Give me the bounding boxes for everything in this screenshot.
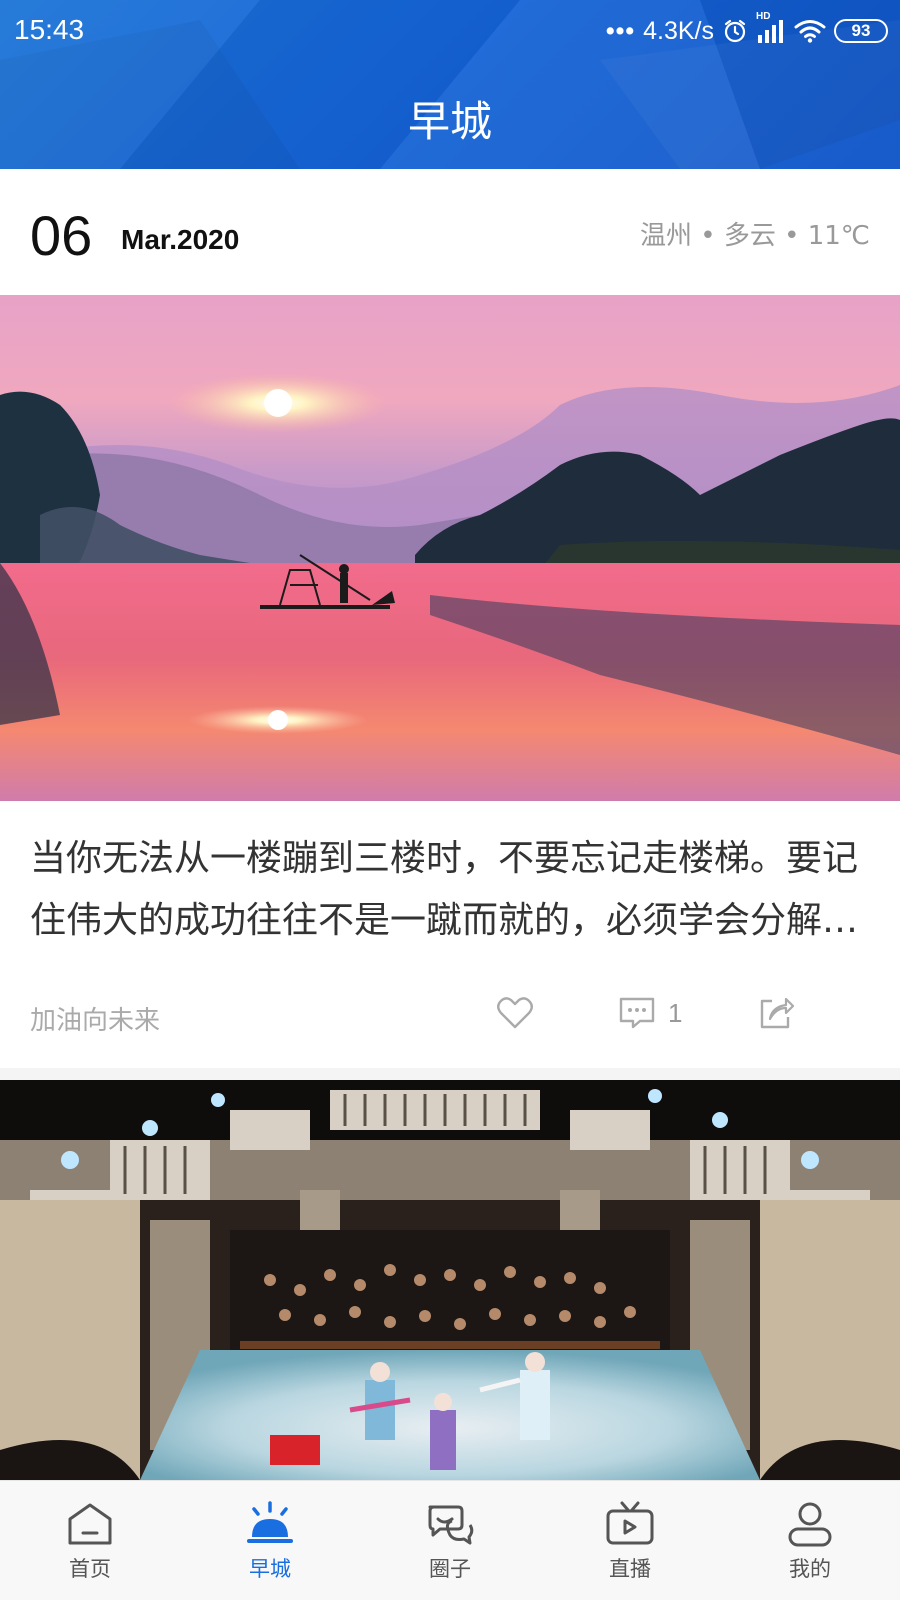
network-speed: 4.3K/s [643, 16, 714, 45]
card-separator [0, 1068, 900, 1080]
date-month-year: Mar.2020 [121, 224, 240, 255]
card-quote-text[interactable]: 当你无法从一楼蹦到三楼时，不要忘记走楼梯。要记住伟大的成功往往不是一蹴而就的，必… [30, 828, 870, 952]
card-footer: 加油向未来 1 [0, 985, 900, 1055]
nav-label-mine: 我的 [789, 1557, 831, 1581]
nav-item-home[interactable]: 首页 [0, 1481, 180, 1600]
app-header: 15:43 ••• 4.3K/s HD 93 早城 [0, 0, 900, 169]
status-icons: ••• 4.3K/s HD 93 [605, 11, 888, 48]
home-icon [68, 1503, 112, 1545]
battery-icon: 93 [834, 19, 888, 43]
sunrise-icon [247, 1501, 293, 1543]
date-row: 06 Mar.2020 温州 • 多云 • 11℃ [0, 169, 900, 295]
network-badge: HD [756, 11, 771, 22]
signal-icon: HD [756, 11, 786, 43]
nav-label-circle: 圈子 [429, 1557, 471, 1581]
nav-item-live[interactable]: 直播 [540, 1481, 720, 1600]
status-time: 15:43 [14, 14, 85, 45]
card-image-theater[interactable] [0, 1080, 900, 1480]
nav-label-home: 首页 [69, 1557, 111, 1581]
wifi-icon [794, 20, 826, 43]
nav-label-live: 直播 [609, 1557, 651, 1581]
user-icon [788, 1502, 832, 1547]
battery-level: 93 [851, 21, 871, 40]
status-bar: 15:43 ••• 4.3K/s HD 93 [0, 0, 900, 62]
bottom-nav: 首页 早城 圈子 直播 我的 [0, 1480, 900, 1600]
nav-item-mine[interactable]: 我的 [720, 1481, 900, 1600]
chat-bubbles-icon [428, 1505, 474, 1545]
nav-label-zaocheng: 早城 [249, 1557, 291, 1581]
card-author[interactable]: 加油向未来 [30, 1000, 160, 1037]
page-title: 早城 [407, 97, 492, 146]
alarm-icon [724, 19, 746, 43]
sunset-river-photo [0, 295, 900, 801]
opera-theater-photo [0, 1080, 900, 1480]
comment-button[interactable]: 1 [618, 993, 682, 1033]
nav-item-circle[interactable]: 圈子 [360, 1481, 540, 1600]
comment-icon [619, 997, 655, 1029]
comment-count: 1 [668, 997, 683, 1028]
weather-info: 温州 • 多云 • 11℃ [639, 221, 870, 251]
tv-play-icon [606, 1501, 654, 1545]
heart-icon[interactable] [495, 993, 535, 1033]
nav-item-zaocheng[interactable]: 早城 [180, 1481, 360, 1600]
date-day: 06 [30, 204, 93, 267]
share-icon[interactable] [756, 993, 796, 1033]
card-image-sunset[interactable] [0, 295, 900, 801]
more-dots-icon: ••• [605, 16, 636, 45]
